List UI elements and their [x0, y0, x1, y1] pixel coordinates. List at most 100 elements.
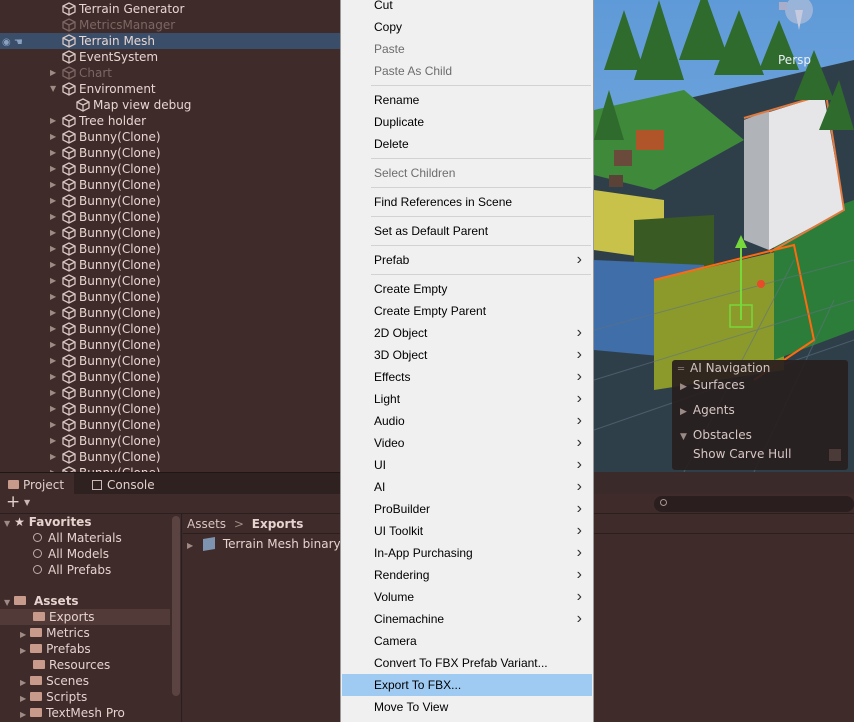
- hierarchy-row[interactable]: ▶ Bunny(Clone): [0, 145, 340, 161]
- favorite-all-prefabs[interactable]: All Prefabs: [33, 562, 111, 578]
- menu-item-2d-object[interactable]: 2D Object ›: [342, 322, 592, 344]
- hierarchy-row[interactable]: ▼ Environment: [0, 81, 340, 97]
- hierarchy-row[interactable]: Terrain Generator: [0, 1, 340, 17]
- tab-console[interactable]: Console: [84, 473, 163, 495]
- menu-item-duplicate[interactable]: Duplicate: [342, 111, 592, 133]
- menu-item-3d-object[interactable]: 3D Object ›: [342, 344, 592, 366]
- hierarchy-row[interactable]: ▶ Bunny(Clone): [0, 305, 340, 321]
- menu-item-video[interactable]: Video ›: [342, 432, 592, 454]
- obstacles-item[interactable]: ▼ Obstacles: [680, 428, 752, 442]
- file-terrain-mesh-binary[interactable]: ▶ Terrain Mesh binary: [187, 536, 341, 552]
- hierarchy-row[interactable]: ▶ Bunny(Clone): [0, 337, 340, 353]
- expand-arrow-right-icon[interactable]: ▶: [50, 417, 60, 433]
- expand-arrow-right-icon[interactable]: ▶: [50, 129, 60, 145]
- menu-item-ai[interactable]: AI ›: [342, 476, 592, 498]
- menu-item-effects[interactable]: Effects ›: [342, 366, 592, 388]
- expand-arrow-right-icon[interactable]: ▶: [50, 113, 60, 129]
- hierarchy-row[interactable]: ▶ Bunny(Clone): [0, 289, 340, 305]
- hierarchy-row[interactable]: MetricsManager: [0, 17, 340, 33]
- expand-arrow-right-icon[interactable]: ▶: [50, 369, 60, 385]
- breadcrumb-exports[interactable]: Exports: [252, 517, 304, 531]
- hierarchy-row[interactable]: ▶ Bunny(Clone): [0, 209, 340, 225]
- hierarchy-row[interactable]: ▶ Bunny(Clone): [0, 321, 340, 337]
- hierarchy-row[interactable]: ▶ Chart: [0, 65, 340, 81]
- surfaces-item[interactable]: ▶ Surfaces: [680, 378, 745, 392]
- folder-exports[interactable]: Exports: [0, 609, 170, 625]
- expand-arrow-right-icon[interactable]: ▶: [50, 257, 60, 273]
- expand-arrow-right-icon[interactable]: ▶: [50, 401, 60, 417]
- show-carve-hull-option[interactable]: Show Carve Hull: [693, 447, 791, 461]
- hierarchy-row[interactable]: ▶ Bunny(Clone): [0, 193, 340, 209]
- folder-textmesh-pro[interactable]: ▶ TextMesh Pro: [20, 705, 125, 721]
- expand-arrow-right-icon[interactable]: ▶: [50, 65, 60, 81]
- menu-item-delete[interactable]: Delete: [342, 133, 592, 155]
- menu-item-audio[interactable]: Audio ›: [342, 410, 592, 432]
- hierarchy-row[interactable]: ▶ Bunny(Clone): [0, 433, 340, 449]
- hierarchy-row[interactable]: Map view debug: [0, 97, 340, 113]
- menu-item-in-app-purchasing[interactable]: In-App Purchasing ›: [342, 542, 592, 564]
- expand-arrow-right-icon[interactable]: ▶: [50, 161, 60, 177]
- add-dropdown-arrow-icon[interactable]: ▼: [24, 498, 30, 507]
- expand-arrow-right-icon[interactable]: ▶: [50, 433, 60, 449]
- expand-arrow-right-icon[interactable]: ▶: [50, 289, 60, 305]
- hierarchy-row[interactable]: ▶ Bunny(Clone): [0, 465, 340, 472]
- search-input[interactable]: [654, 496, 854, 512]
- menu-item-probuilder[interactable]: ProBuilder ›: [342, 498, 592, 520]
- assets-header[interactable]: ▼ Assets: [4, 593, 79, 609]
- expand-arrow-right-icon[interactable]: ▶: [50, 273, 60, 289]
- agents-item[interactable]: ▶ Agents: [680, 403, 735, 417]
- menu-item-export-to-fbx[interactable]: Export To FBX...: [342, 674, 592, 696]
- menu-item-create-empty[interactable]: Create Empty: [342, 278, 592, 300]
- hierarchy-row[interactable]: ▶ Tree holder: [0, 113, 340, 129]
- hierarchy-row[interactable]: ▶ Bunny(Clone): [0, 401, 340, 417]
- favorite-all-models[interactable]: All Models: [33, 546, 109, 562]
- expand-arrow-right-icon[interactable]: ▶: [50, 449, 60, 465]
- expand-arrow-right-icon[interactable]: ▶: [50, 225, 60, 241]
- menu-item-rename[interactable]: Rename: [342, 89, 592, 111]
- expand-arrow-right-icon[interactable]: ▶: [50, 465, 60, 472]
- menu-item-volume[interactable]: Volume ›: [342, 586, 592, 608]
- expand-arrow-right-icon[interactable]: ▶: [50, 385, 60, 401]
- hierarchy-row[interactable]: ▶ Bunny(Clone): [0, 177, 340, 193]
- breadcrumb-assets[interactable]: Assets: [187, 517, 226, 531]
- hierarchy-row[interactable]: ▶ Bunny(Clone): [0, 129, 340, 145]
- menu-item-rendering[interactable]: Rendering ›: [342, 564, 592, 586]
- hierarchy-row[interactable]: ▶ Bunny(Clone): [0, 241, 340, 257]
- hierarchy-row[interactable]: ▶ Bunny(Clone): [0, 417, 340, 433]
- hierarchy-row[interactable]: ▶ Bunny(Clone): [0, 161, 340, 177]
- menu-item-camera[interactable]: Camera: [342, 630, 592, 652]
- folder-scenes[interactable]: ▶ Scenes: [20, 673, 89, 689]
- expand-arrow-right-icon[interactable]: ▶: [50, 209, 60, 225]
- folder-prefabs[interactable]: ▶ Prefabs: [20, 641, 91, 657]
- hierarchy-row[interactable]: ▶ Bunny(Clone): [0, 385, 340, 401]
- show-carve-hull-checkbox[interactable]: [828, 448, 842, 462]
- expand-arrow-right-icon[interactable]: ▶: [50, 241, 60, 257]
- menu-item-create-empty-parent[interactable]: Create Empty Parent: [342, 300, 592, 322]
- expand-arrow-right-icon[interactable]: ▶: [50, 177, 60, 193]
- menu-item-copy[interactable]: Copy: [342, 16, 592, 38]
- visibility-eye-icon[interactable]: ◉ ☚: [2, 35, 30, 48]
- expand-arrow-right-icon[interactable]: ▶: [50, 321, 60, 337]
- folder-resources[interactable]: Resources: [33, 657, 110, 673]
- expand-arrow-right-icon[interactable]: ▶: [50, 353, 60, 369]
- menu-item-prefab[interactable]: Prefab ›: [342, 249, 592, 271]
- perspective-label[interactable]: Persp: [778, 53, 811, 67]
- hierarchy-row[interactable]: ▶ Bunny(Clone): [0, 353, 340, 369]
- menu-item-ui[interactable]: UI ›: [342, 454, 592, 476]
- expand-arrow-right-icon[interactable]: ▶: [50, 193, 60, 209]
- menu-item-move-to-view[interactable]: Move To View: [342, 696, 592, 718]
- menu-item-cut[interactable]: Cut: [342, 0, 592, 16]
- expand-arrow-right-icon[interactable]: ▶: [50, 145, 60, 161]
- folder-metrics[interactable]: ▶ Metrics: [20, 625, 90, 641]
- menu-item-find-references-in-scene[interactable]: Find References in Scene: [342, 191, 592, 213]
- menu-item-ui-toolkit[interactable]: UI Toolkit ›: [342, 520, 592, 542]
- expand-arrow-right-icon[interactable]: ▶: [50, 305, 60, 321]
- expand-arrow-right-icon[interactable]: ▶: [50, 337, 60, 353]
- favorite-all-materials[interactable]: All Materials: [33, 530, 122, 546]
- expand-arrow-down-icon[interactable]: ▼: [50, 81, 60, 97]
- hierarchy-row[interactable]: ▶ Bunny(Clone): [0, 257, 340, 273]
- menu-item-light[interactable]: Light ›: [342, 388, 592, 410]
- menu-item-set-as-default-parent[interactable]: Set as Default Parent: [342, 220, 592, 242]
- hierarchy-row[interactable]: ▶ Bunny(Clone): [0, 449, 340, 465]
- hierarchy-row[interactable]: ▶ Bunny(Clone): [0, 369, 340, 385]
